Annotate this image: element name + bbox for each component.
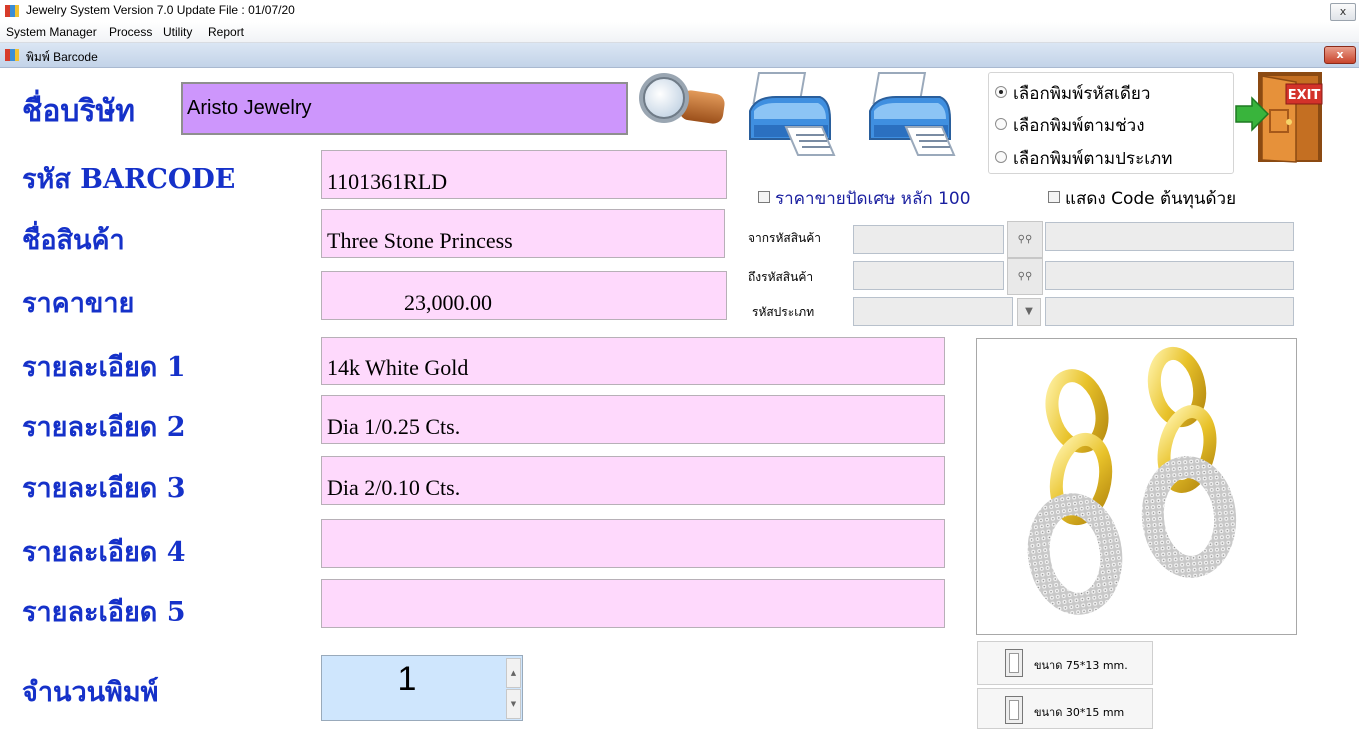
from-product-lookup-button[interactable]: ⚲⚲ [1007, 221, 1043, 258]
to-product-label: ถึงรหัสสินค้า [748, 270, 814, 284]
detail1-label: รายละเอียด 1 [22, 352, 186, 383]
detail3-field[interactable]: Dia 2/0.10 Cts. [321, 456, 945, 505]
round-price-checkbox[interactable] [758, 191, 770, 203]
window-titlebar: Jewelry System Version 7.0 Update File :… [0, 0, 1359, 23]
category-label: รหัสประเภท [752, 305, 815, 319]
window-close-button[interactable]: x [1330, 3, 1356, 21]
product-name-label: ชื่อสินค้า [22, 225, 125, 256]
company-label: ชื่อบริษัท [22, 94, 136, 129]
barcode-label: รหัส BARCODE [22, 164, 236, 195]
round-price-label[interactable]: ราคาขายปัดเศษ หลัก 100 [775, 185, 971, 212]
app-icon [5, 5, 19, 17]
size-75x13-label: ขนาด 75*13 mm. [1034, 659, 1128, 672]
price-field[interactable]: 23,000.00 [321, 271, 727, 320]
search-magnifier-icon[interactable] [636, 68, 728, 132]
menu-process[interactable]: Process [109, 25, 152, 39]
menu-system-manager[interactable]: System Manager [6, 25, 97, 39]
qty-down-button[interactable]: ▼ [506, 689, 521, 719]
detail3-label: รายละเอียด 3 [22, 473, 186, 504]
print-qty-value[interactable]: 1 [322, 660, 492, 699]
detail5-label: รายละเอียด 5 [22, 597, 186, 628]
product-name-field[interactable]: Three Stone Princess [321, 209, 725, 258]
menu-utility[interactable]: Utility [163, 25, 192, 39]
detail2-label: รายละเอียด 2 [22, 412, 186, 443]
from-product-label: จากรหัสสินค้า [748, 231, 822, 245]
earrings-image [1027, 346, 1237, 615]
show-cost-code-label[interactable]: แสดง Code ต้นทุนด้วย [1065, 185, 1236, 212]
qty-up-button[interactable]: ▲ [506, 658, 521, 688]
radio-single-code-label[interactable]: เลือกพิมพ์รหัสเดียว [1013, 80, 1150, 107]
size-30x15-label: ขนาด 30*15 mm [1034, 706, 1125, 719]
barcode-field[interactable]: 1101361RLD [321, 150, 727, 199]
size-75x13-button[interactable]: ขนาด 75*13 mm. [977, 641, 1153, 685]
size-30x15-button[interactable]: ขนาด 30*15 mm [977, 688, 1153, 729]
from-product-name-field[interactable] [1045, 222, 1294, 251]
chevron-down-icon: ▼ [1025, 306, 1033, 317]
radio-category-label[interactable]: เลือกพิมพ์ตามประเภท [1013, 145, 1172, 172]
subwindow-titlebar: พิมพ์ Barcode x [0, 43, 1359, 68]
detail4-field[interactable] [321, 519, 945, 568]
company-field[interactable]: Aristo Jewelry [181, 82, 628, 135]
detail2-field[interactable]: Dia 1/0.25 Cts. [321, 395, 945, 444]
binoculars-icon: ⚲⚲ [1017, 234, 1033, 245]
subwindow-icon [5, 49, 19, 61]
print-mode-radio-group: เลือกพิมพ์รหัสเดียว เลือกพิมพ์ตามช่วง เล… [988, 72, 1234, 174]
menu-bar: System Manager Process Utility Report [0, 22, 1359, 43]
subwindow-title: พิมพ์ Barcode [26, 50, 98, 64]
detail5-field[interactable] [321, 579, 945, 628]
exit-label: EXIT [1288, 88, 1321, 103]
radio-range-label[interactable]: เลือกพิมพ์ตามช่วง [1013, 112, 1145, 139]
print-batch-printer-icon[interactable] [866, 67, 958, 159]
category-name-field[interactable] [1045, 297, 1294, 326]
print-qty-field[interactable]: 1 ▲ ▼ [321, 655, 523, 721]
print-single-printer-icon[interactable] [746, 67, 838, 159]
film-icon [1005, 649, 1023, 677]
category-code-field[interactable] [853, 297, 1013, 326]
detail4-label: รายละเอียด 4 [22, 537, 186, 568]
binoculars-icon: ⚲⚲ [1017, 271, 1033, 282]
exit-button[interactable]: EXIT [1234, 70, 1326, 164]
to-product-lookup-button[interactable]: ⚲⚲ [1007, 258, 1043, 295]
menu-report[interactable]: Report [208, 25, 244, 39]
from-product-code-field[interactable] [853, 225, 1004, 254]
film-icon [1005, 696, 1023, 724]
radio-single-code[interactable] [995, 86, 1007, 98]
product-image-frame [976, 338, 1297, 635]
radio-range[interactable] [995, 118, 1007, 130]
subwindow-close-button[interactable]: x [1324, 46, 1356, 64]
radio-category[interactable] [995, 151, 1007, 163]
exit-door-icon[interactable]: EXIT [1234, 70, 1326, 164]
show-cost-code-checkbox[interactable] [1048, 191, 1060, 203]
to-product-code-field[interactable] [853, 261, 1004, 290]
to-product-name-field[interactable] [1045, 261, 1294, 290]
window-title: Jewelry System Version 7.0 Update File :… [26, 3, 295, 17]
price-label: ราคาขาย [22, 288, 135, 319]
print-qty-label: จำนวนพิมพ์ [22, 677, 159, 708]
detail1-field[interactable]: 14k White Gold [321, 337, 945, 385]
category-dropdown-button[interactable]: ▼ [1017, 298, 1041, 326]
